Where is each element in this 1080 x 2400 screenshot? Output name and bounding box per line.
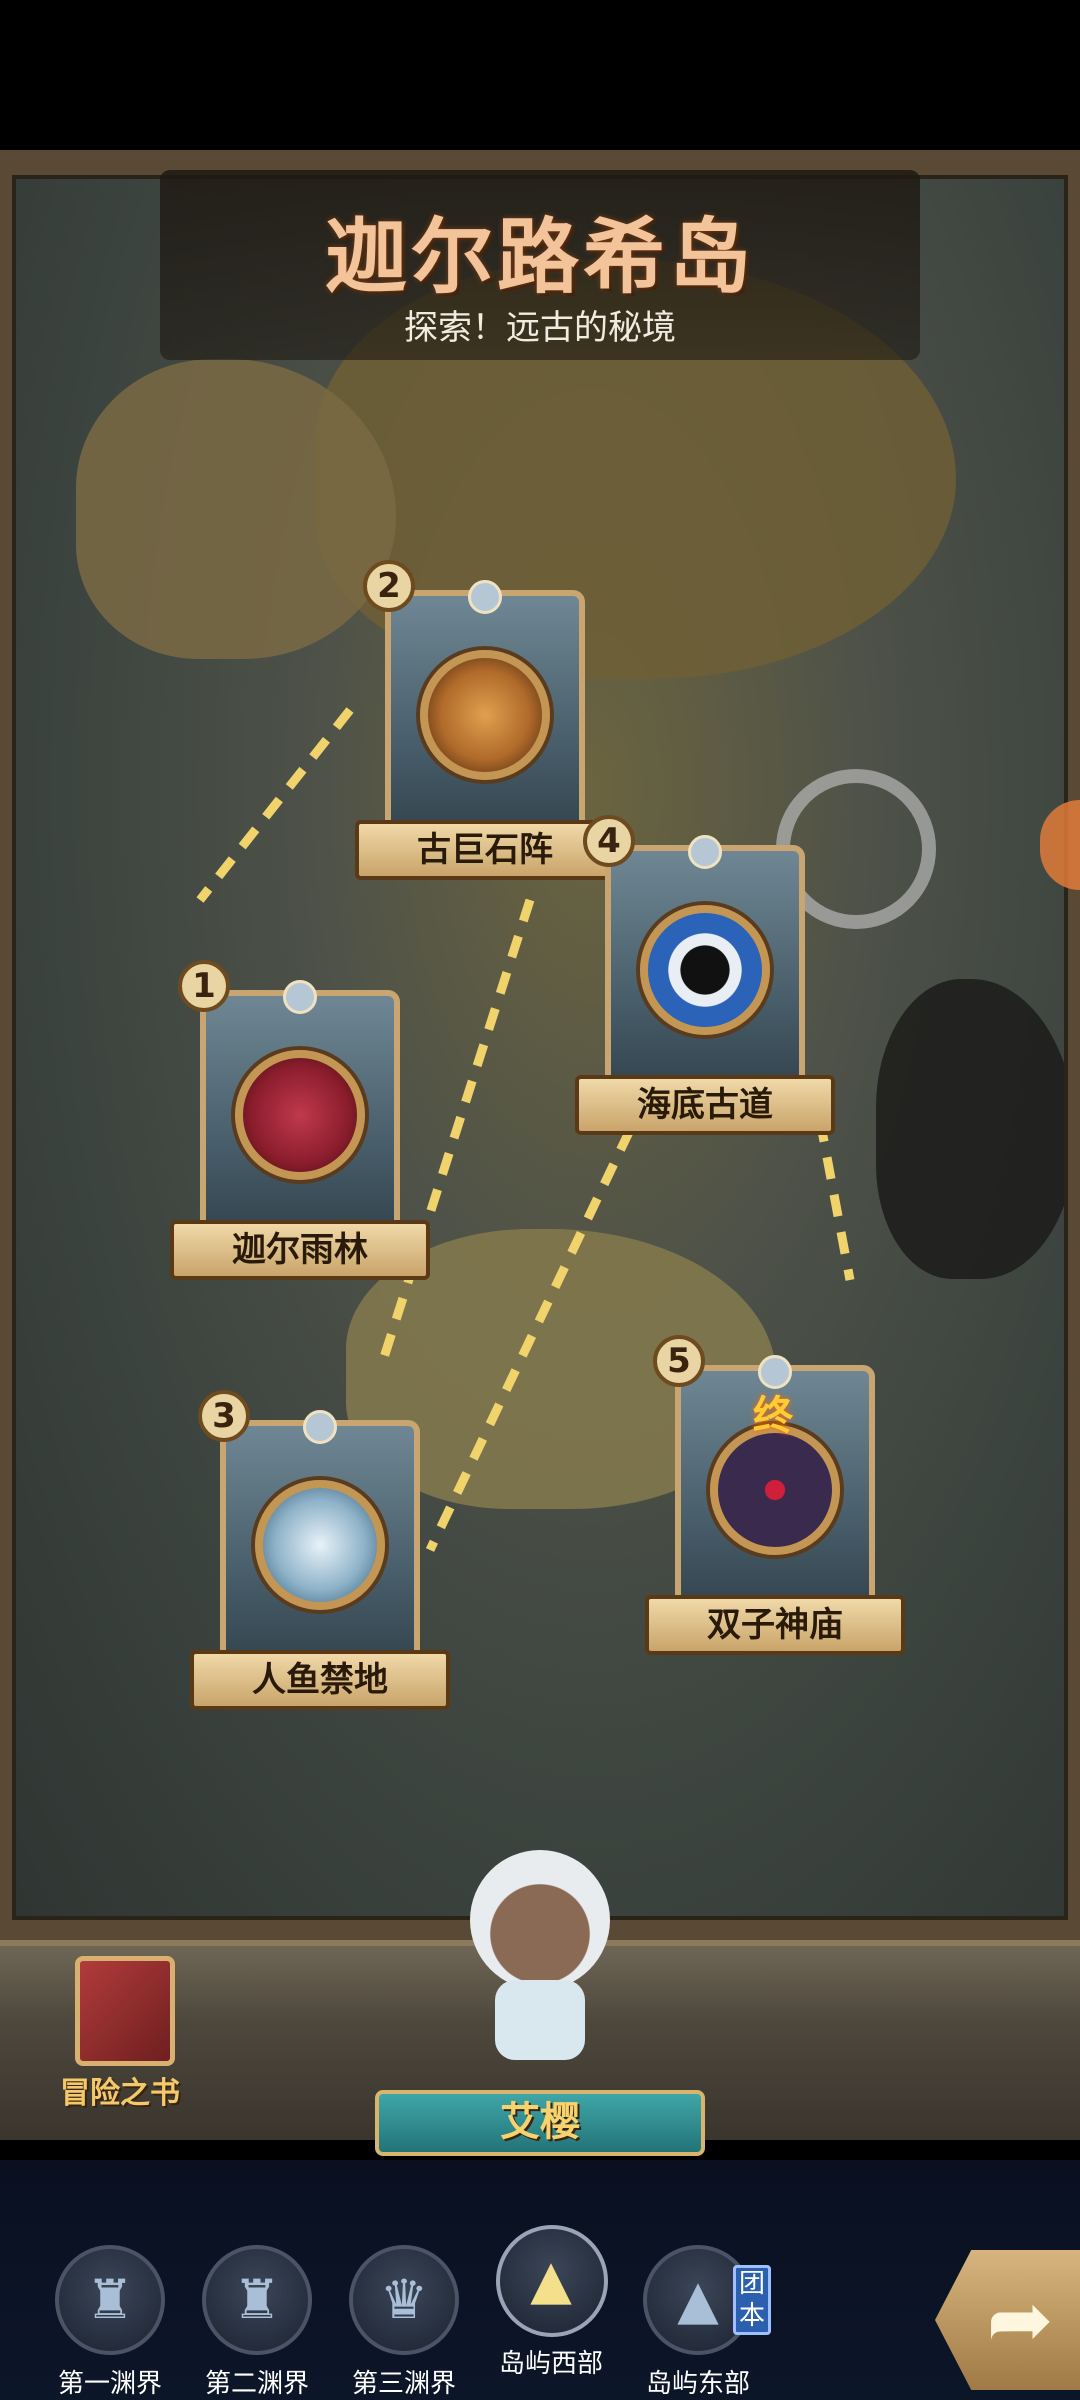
stage-number: 5 bbox=[653, 1335, 705, 1387]
tab-island-east[interactable]: ▲ 团本 岛屿东部 bbox=[633, 2235, 771, 2400]
map-subtitle: 探索！远古的秘境 bbox=[404, 308, 676, 348]
character-avatar[interactable] bbox=[440, 1850, 640, 2080]
boss-portrait bbox=[255, 1480, 385, 1610]
skull-icon bbox=[468, 580, 502, 614]
adventure-book-label: 冒险之书 bbox=[60, 2076, 180, 2111]
stage-label: 双子神庙 bbox=[645, 1595, 905, 1655]
route-2-1 bbox=[196, 707, 354, 903]
tab-label: 第一渊界 bbox=[57, 2369, 162, 2399]
boss-portrait bbox=[710, 1425, 840, 1555]
raid-badge: 团本 bbox=[733, 2265, 771, 2335]
island-west-icon: ▲ bbox=[530, 2248, 572, 2311]
boss-portrait bbox=[640, 905, 770, 1035]
forward-arrow-icon: ➦ bbox=[986, 2273, 1054, 2366]
stage-number: 4 bbox=[583, 815, 635, 867]
abyss-helmet-icon: ♜ bbox=[85, 2268, 135, 2331]
book-icon bbox=[75, 1956, 175, 2066]
tab-abyss-2[interactable]: ♜ 第二渊界 bbox=[192, 2235, 322, 2400]
route-4-5 bbox=[815, 1119, 855, 1281]
boss-portrait bbox=[420, 650, 550, 780]
stage-node-2[interactable]: 2 古巨石阵 bbox=[355, 560, 615, 900]
character-head bbox=[470, 1850, 610, 1990]
stage-node-1[interactable]: 1 迦尔雨林 bbox=[170, 960, 430, 1300]
skull-icon bbox=[688, 835, 722, 869]
tab-label: 第二渊界 bbox=[204, 2369, 309, 2399]
character-name-ribbon: 艾樱 bbox=[375, 2090, 705, 2156]
skull-icon bbox=[303, 1410, 337, 1444]
tab-abyss-1[interactable]: ♜ 第一渊界 bbox=[45, 2235, 175, 2400]
tab-label: 第三渊界 bbox=[351, 2369, 456, 2399]
boss-portrait bbox=[235, 1050, 365, 1180]
stage-label: 迦尔雨林 bbox=[170, 1220, 430, 1280]
abyss-crown-icon: ♛ bbox=[379, 2268, 429, 2331]
stage-number: 1 bbox=[178, 960, 230, 1012]
route-4-3 bbox=[425, 1128, 635, 1552]
stage-number: 2 bbox=[363, 560, 415, 612]
character-body bbox=[495, 1980, 585, 2060]
stage-node-5[interactable]: 终 5 双子神庙 bbox=[645, 1335, 905, 1675]
stage-label: 古巨石阵 bbox=[355, 820, 615, 880]
tab-label: 岛屿东部 bbox=[645, 2369, 750, 2399]
tab-abyss-3[interactable]: ♛ 第三渊界 bbox=[339, 2235, 469, 2400]
title-banner: 迦尔路希岛 探索！远古的秘境 bbox=[160, 170, 920, 360]
stage-number: 3 bbox=[198, 1390, 250, 1442]
map-title: 迦尔路希岛 bbox=[324, 209, 755, 305]
stage-node-3[interactable]: 3 人鱼禁地 bbox=[190, 1390, 450, 1730]
abyss-helmet-icon: ♜ bbox=[232, 2268, 282, 2331]
stage-label: 人鱼禁地 bbox=[190, 1650, 450, 1710]
final-stage-mark: 终 bbox=[753, 1393, 793, 1439]
skull-icon bbox=[283, 980, 317, 1014]
adventure-book-button[interactable]: 冒险之书 bbox=[40, 1950, 200, 2111]
stage-label: 海底古道 bbox=[575, 1075, 835, 1135]
stage-node-4[interactable]: 4 海底古道 bbox=[575, 815, 835, 1155]
tab-label: 岛屿西部 bbox=[498, 2349, 603, 2379]
tab-island-west[interactable]: ▲ 岛屿西部 bbox=[486, 2225, 616, 2400]
